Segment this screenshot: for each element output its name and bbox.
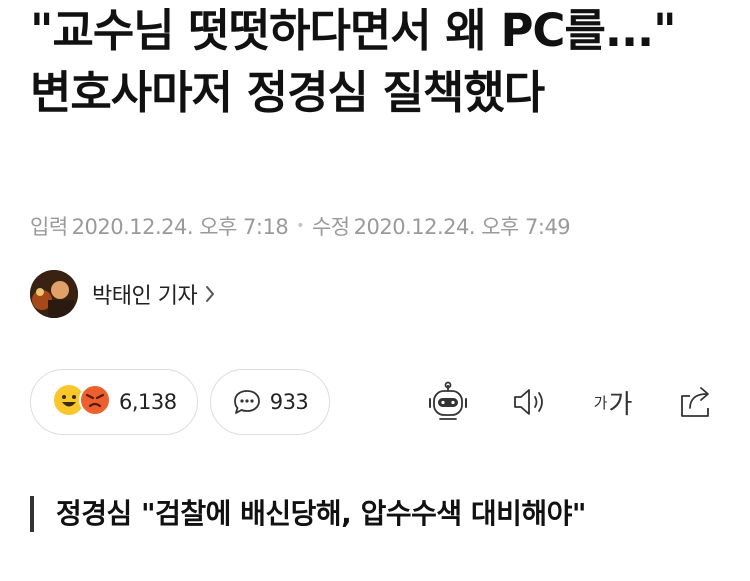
- font-size-small-label: 가: [593, 393, 608, 412]
- reaction-emojis: [53, 384, 111, 420]
- speech-bubble-icon: [232, 388, 262, 416]
- robot-icon: [426, 381, 470, 423]
- edit-time: 2020.12.24. 오후 7:49: [353, 215, 571, 239]
- author-name: 박태인 기자: [92, 284, 198, 309]
- article-subheadline: 정경심 "검찰에 배신당해, 압수수색 대비해야": [30, 496, 587, 532]
- article-timestamps: 입력 2020.12.24. 오후 7:18 • 수정 2020.12.24. …: [30, 211, 571, 241]
- font-size-button[interactable]: 가가: [588, 380, 638, 424]
- speaker-icon: [510, 385, 550, 419]
- article-headline: "교수님 떳떳하다면서 왜 PC를..." 변호사마저 정경심 질책했다: [30, 4, 677, 119]
- listen-button[interactable]: [508, 380, 552, 424]
- input-label: 입력: [30, 215, 68, 239]
- reaction-button[interactable]: 6,138: [30, 369, 198, 435]
- edit-label: 수정: [311, 215, 350, 239]
- summary-bot-button[interactable]: [426, 380, 470, 424]
- angry-emoji-icon: [79, 384, 111, 420]
- input-time: 2020.12.24. 오후 7:18: [71, 215, 289, 239]
- share-icon: [676, 384, 716, 420]
- chevron-right-icon: [205, 285, 215, 303]
- meta-separator: •: [296, 218, 304, 234]
- comment-count: 933: [269, 390, 309, 414]
- comment-button[interactable]: 933: [210, 369, 330, 435]
- font-size-large-label: 가: [608, 389, 633, 420]
- share-button[interactable]: [674, 380, 718, 424]
- author-link[interactable]: 박태인 기자: [30, 270, 215, 318]
- avatar: [30, 270, 78, 318]
- reaction-count: 6,138: [119, 390, 177, 414]
